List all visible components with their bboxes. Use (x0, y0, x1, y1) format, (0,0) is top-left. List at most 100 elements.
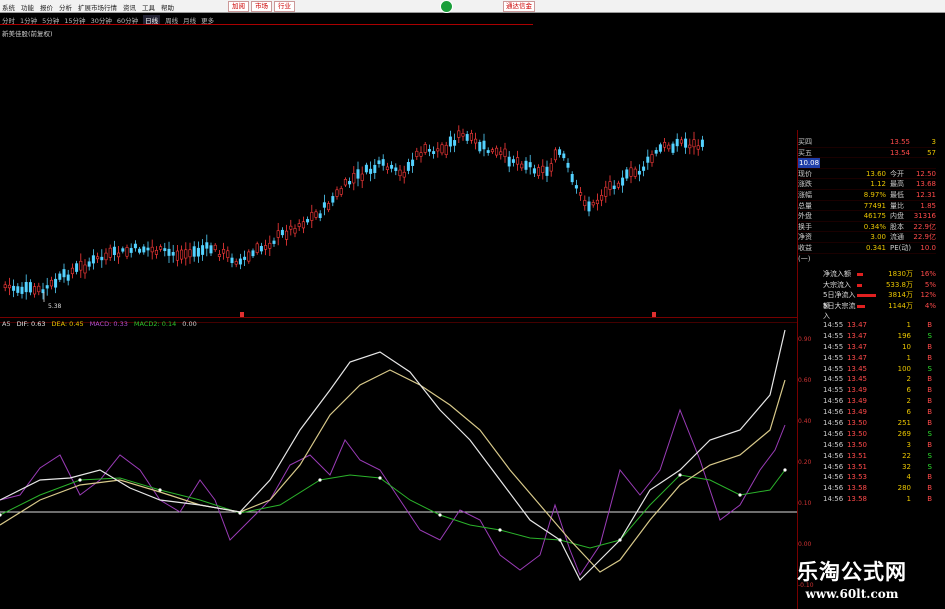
candle-body (280, 229, 284, 236)
tick-price: 13.49 (846, 386, 867, 395)
tick-row: 14:55 13.49 6 B (823, 385, 936, 396)
candle-body (469, 133, 473, 141)
candle-body (474, 138, 478, 144)
quote-value: 3.00 (870, 233, 886, 242)
tick-direction: S (927, 451, 932, 460)
candle-body (398, 169, 402, 177)
candle-body (360, 173, 364, 181)
candle-body (247, 251, 251, 262)
candle-body (692, 139, 696, 148)
tick-price: 13.49 (846, 397, 867, 406)
candle-body (385, 166, 389, 170)
tick-list: 14:55 13.47 1 B 14:55 13.47 196 S 14:55 13.47 10 B 1… (823, 320, 936, 505)
candle-body (465, 134, 469, 141)
tick-row: 14:55 13.47 1 B (823, 353, 936, 364)
candle-body (301, 221, 305, 229)
candle-body (188, 249, 192, 258)
candle-body (646, 156, 650, 163)
fund-flow-row: 5日净流入额 3814万 12% (823, 290, 936, 310)
quote-row: 现价 13.60 今开 12.50 (798, 169, 936, 180)
site-watermark: 乐淘公式网 www.60lt.com (762, 556, 942, 601)
candle-body (440, 144, 444, 154)
quote-label: 今开 (890, 169, 904, 178)
tick-row: 14:56 13.51 32 S (823, 462, 936, 473)
candle-body (545, 166, 549, 176)
order-volume: 57 (927, 148, 936, 157)
tick-volume: 1 (906, 495, 911, 504)
extra-label: 0.00 (182, 320, 197, 328)
ma-dot (438, 513, 442, 517)
tick-direction: B (927, 473, 932, 482)
ma-dot (738, 493, 742, 497)
tick-row: 14:56 13.50 3 B (823, 440, 936, 451)
dea-label: DEA: 0.45 (51, 320, 84, 328)
fund-flow-label: 5日净流入额 (823, 291, 856, 310)
tick-time: 14:55 (823, 364, 844, 373)
quote-label: 最高 (890, 180, 904, 189)
tick-direction: B (927, 375, 932, 384)
tick-row: 14:56 13.58 280 B (823, 483, 936, 494)
candle-body (167, 248, 171, 256)
tick-row: 14:55 13.47 1 B (823, 320, 936, 331)
quote-row: 总量 77491 量比 1.85 (798, 201, 936, 212)
candle-body (583, 200, 587, 206)
tick-volume: 3 (906, 440, 911, 449)
tick-price: 13.47 (846, 353, 867, 362)
tick-volume: 6 (906, 408, 911, 417)
fund-flow-value: 1144万 (888, 301, 913, 310)
candle-body (432, 151, 436, 154)
tick-time: 14:55 (823, 321, 844, 329)
candle-body (600, 195, 604, 201)
candle-body (621, 177, 625, 186)
tick-price: 13.47 (846, 331, 867, 340)
candle-body (146, 247, 150, 251)
tick-row: 14:55 13.47 10 B (823, 342, 936, 353)
candle-body (381, 159, 385, 166)
low-marker-label: 5.38 (48, 303, 62, 310)
candle-body (238, 258, 242, 265)
quote-label: 现价 (798, 169, 812, 178)
kline-chart[interactable]: 5.38 (0, 0, 945, 609)
quote-panel: 买四 13.55 3 买五 13.54 57 10.08 现价 13.60 今开 12.… (798, 137, 936, 263)
quote-row: 换手 0.34% 股本 22.9亿 (798, 222, 936, 233)
tick-direction: B (927, 495, 932, 504)
fund-flow-panel: 净流入额 1830万 16% 大宗流入 533.8万 5% 5日净流入额 3814万 12% 5日… (823, 269, 936, 320)
tick-direction: S (927, 429, 932, 438)
tick-row: 14:55 13.47 196 S (823, 331, 936, 342)
tick-row: 14:56 13.50 251 B (823, 418, 936, 429)
candle-body (616, 182, 620, 188)
quote-label: 最低 (890, 190, 904, 199)
ma-dot (318, 478, 322, 482)
candle-body (24, 281, 28, 293)
tick-direction: S (927, 462, 932, 471)
fund-flow-label: 净流入额 (823, 270, 851, 278)
tick-row: 14:55 13.45 2 B (823, 374, 936, 385)
tick-time: 14:56 (823, 429, 844, 438)
candle-body (595, 199, 599, 205)
fund-flow-label: 大宗流入 (823, 280, 851, 289)
fund-flow-value: 1830万 (888, 270, 913, 278)
candle-body (121, 248, 125, 252)
candle-body (667, 144, 671, 150)
order-volume: 3 (931, 138, 936, 146)
candle-body (696, 145, 700, 150)
candle-body (142, 246, 146, 253)
tick-time: 14:56 (823, 397, 844, 406)
candle-body (259, 245, 263, 252)
candle-body (3, 284, 7, 289)
candle-body (411, 159, 415, 166)
quote-value: 46175 (863, 212, 886, 221)
candle-body (457, 130, 461, 138)
candle-body (154, 250, 158, 255)
candle-body (45, 285, 49, 289)
candle-body (679, 139, 683, 144)
candle-body (499, 151, 503, 155)
quote-label: 流通 (890, 233, 904, 242)
quote-label: 净资 (798, 233, 812, 242)
tick-time: 14:55 (823, 342, 844, 351)
candle-body (226, 250, 230, 258)
tick-time: 14:56 (823, 408, 844, 417)
candle-body (658, 144, 662, 152)
tick-direction: B (927, 419, 932, 428)
candle-body (213, 244, 217, 251)
